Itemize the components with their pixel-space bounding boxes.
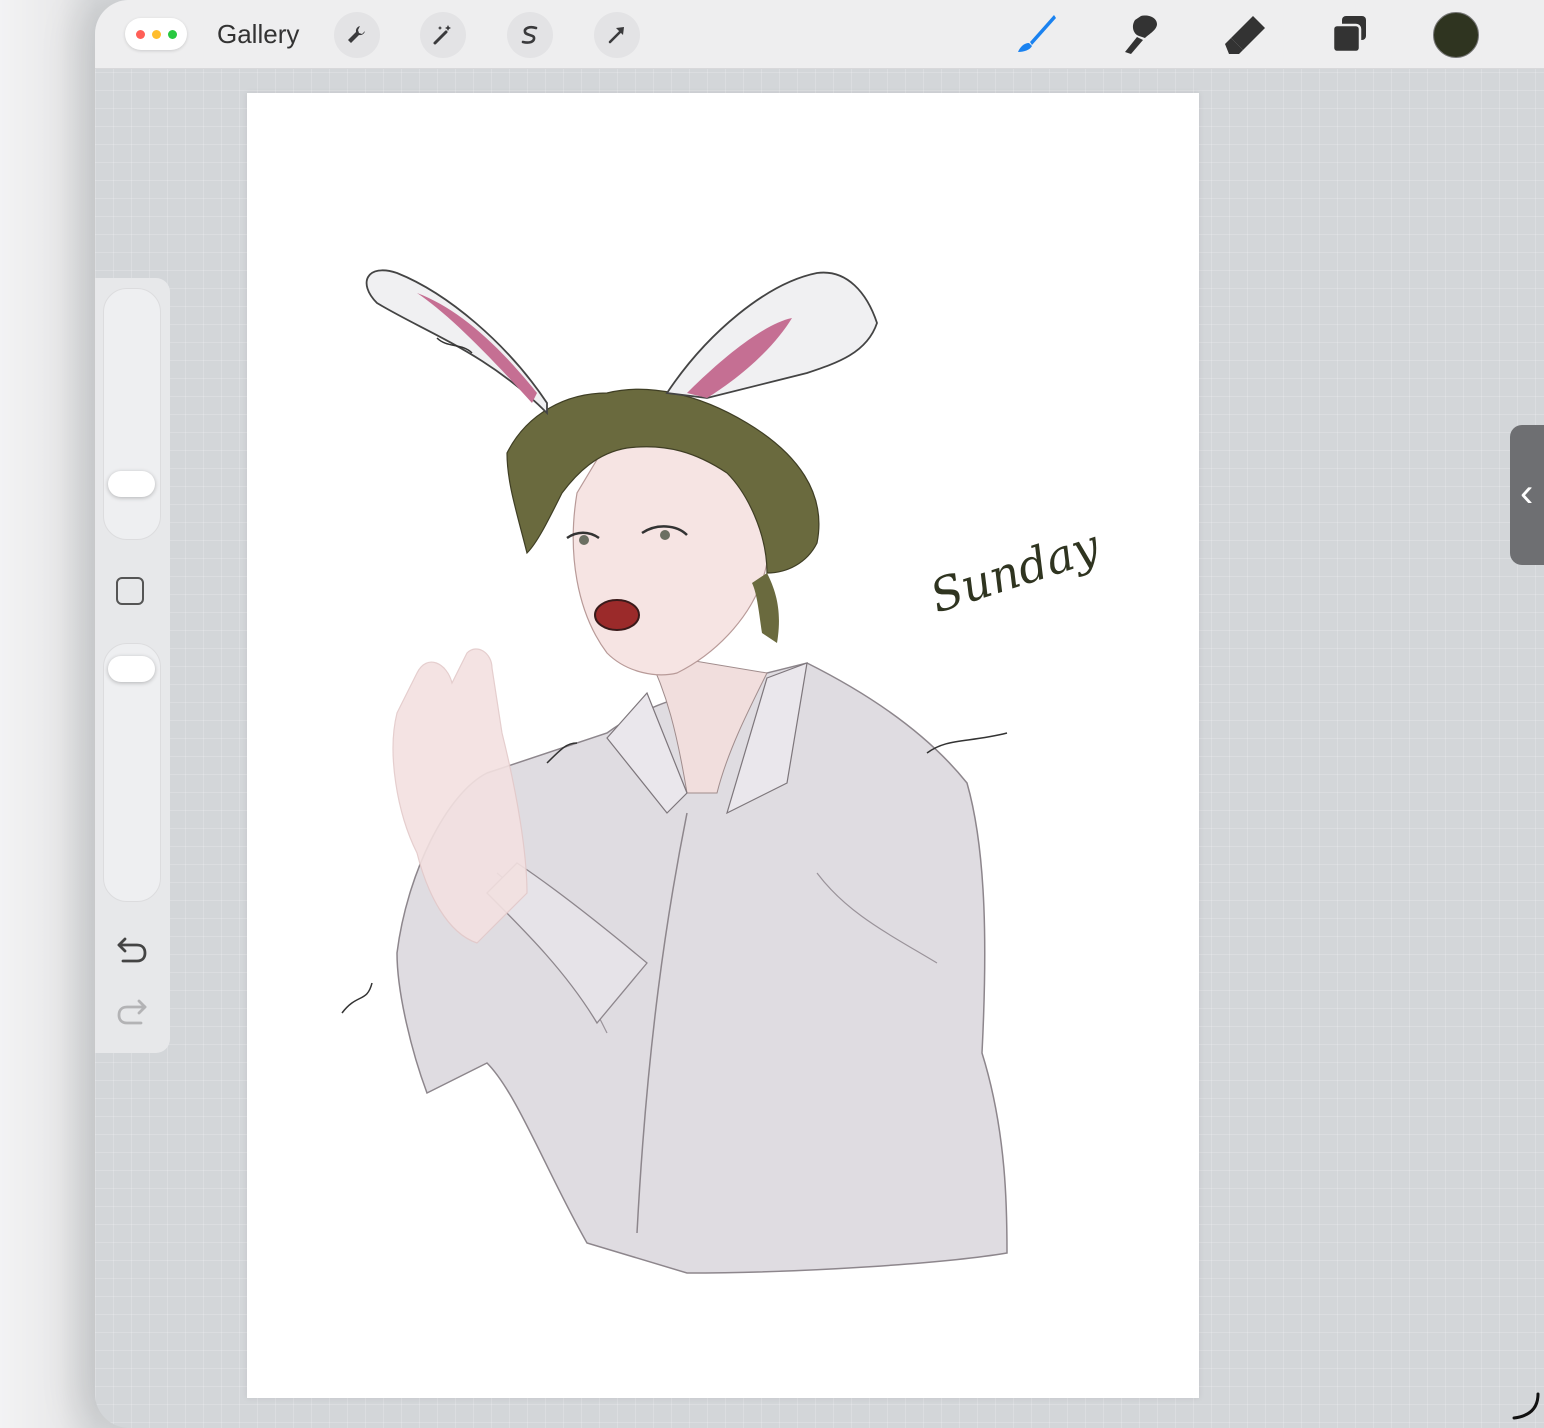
brush-size-slider[interactable] [103, 288, 161, 540]
brush-size-knob[interactable] [108, 471, 155, 497]
right-panel-tab[interactable]: ‹ [1510, 425, 1544, 565]
opacity-slider[interactable] [103, 643, 161, 902]
drawing-canvas[interactable]: Sunday [247, 93, 1199, 1398]
adjustments-button[interactable] [420, 12, 466, 58]
top-toolbar [95, 0, 1544, 69]
artwork-illustration: Sunday [341, 269, 1107, 1274]
opacity-knob[interactable] [108, 656, 155, 682]
eraser-icon [1225, 16, 1265, 54]
undo-arrow-icon[interactable] [115, 935, 149, 965]
window-controls[interactable] [125, 18, 187, 50]
layers-icon [1331, 16, 1366, 54]
layers-button[interactable] [1328, 12, 1372, 56]
close-dot[interactable] [136, 30, 145, 39]
transform-button[interactable] [594, 12, 640, 58]
side-panel [95, 278, 170, 1053]
minimize-dot[interactable] [152, 30, 161, 39]
magic-wand-icon [433, 25, 451, 45]
selection-s-icon [521, 25, 538, 44]
smudge-button[interactable] [1119, 12, 1163, 56]
chevron-left-icon: ‹ [1520, 471, 1534, 515]
brush-icon [1018, 15, 1056, 52]
signature-text: Sunday [924, 518, 1107, 623]
selection-button[interactable] [507, 12, 553, 58]
actions-button[interactable] [334, 12, 380, 58]
wrench-icon [348, 26, 365, 43]
gallery-button[interactable]: Gallery [217, 17, 299, 51]
zoom-dot[interactable] [168, 30, 177, 39]
redo-arrow-icon[interactable] [115, 997, 149, 1027]
transform-arrow-icon [608, 27, 624, 44]
paint-button[interactable] [1014, 12, 1058, 56]
screen: Gallery ‹ Sunday [0, 0, 1544, 1428]
smudge-icon [1125, 15, 1157, 54]
resize-corner-icon [1512, 1392, 1540, 1420]
color-picker[interactable] [1433, 12, 1479, 58]
eraser-button[interactable] [1223, 12, 1267, 56]
modify-button[interactable] [116, 577, 144, 605]
